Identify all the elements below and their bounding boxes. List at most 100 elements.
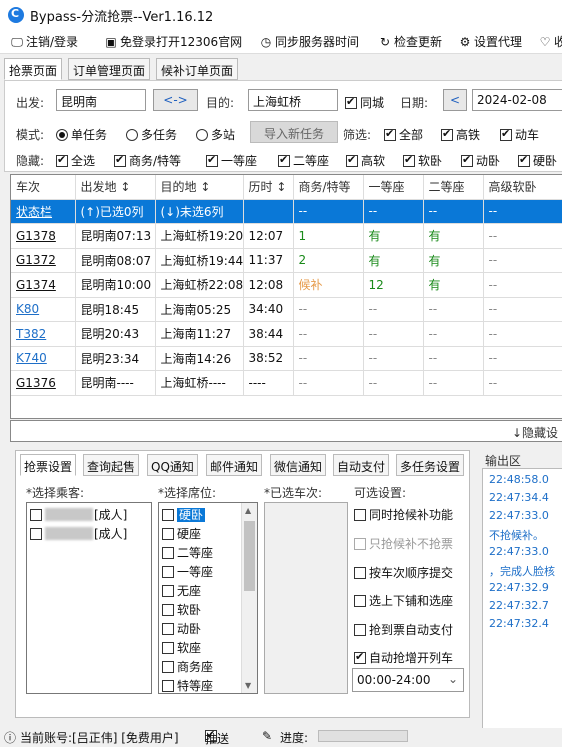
info-icon: ⓘ (4, 731, 17, 745)
scroll-up-icon[interactable]: ▲ (245, 506, 251, 515)
log-line: 22:48:58.0 (489, 473, 549, 486)
table-row[interactable]: K80 昆明18:45 上海南05:25 34:40 -- -- -- -- (11, 297, 562, 322)
hide-all-checkbox[interactable]: 全选 (56, 152, 95, 169)
scroll-thumb[interactable] (244, 521, 255, 591)
cell-departure: 昆明南10:00 (75, 272, 156, 298)
col-premium-sleeper[interactable]: 高级软卧 (483, 175, 562, 200)
output-log[interactable]: 22:48:58.0 22:47:34.4 22:47:33.0 不抢候补。 2… (482, 468, 562, 730)
cell-business: -- (293, 370, 364, 396)
option-waitlist-too[interactable]: 同时抢候补功能 (354, 506, 453, 523)
filter-emu-checkbox[interactable]: 动车 (500, 126, 539, 143)
menu-login[interactable]: 🖵 注销/登录 (10, 33, 78, 50)
gear-icon: ⚙ (459, 35, 471, 49)
cell-departure: (↑)已选0列 (75, 199, 156, 224)
menu-check-update[interactable]: ↻ 检查更新 (378, 33, 442, 50)
tab-order-management[interactable]: 订单管理页面 (68, 58, 151, 80)
progress-bar (318, 730, 408, 742)
same-city-checkbox[interactable]: 同城 (345, 94, 384, 111)
window-icon: ▣ (105, 35, 117, 49)
cell-train[interactable]: 状态栏 (11, 199, 76, 224)
cell-departure: 昆明南08:07 (75, 248, 156, 273)
cell-train[interactable]: G1374 (11, 272, 76, 298)
cell-departure: 昆明18:45 (75, 297, 156, 322)
mode-single-radio[interactable]: 单任务 (56, 126, 107, 143)
col-arrival[interactable]: 目的地 ↕ (155, 175, 244, 200)
cell-train[interactable]: T382 (11, 321, 76, 347)
filter-all-checkbox[interactable]: 全部 (384, 126, 423, 143)
cell-premium: -- (483, 223, 562, 249)
time-range-select[interactable]: 00:00-24:00 ⌄ (352, 668, 464, 692)
cell-train[interactable]: K80 (11, 297, 76, 322)
tab-grab-settings[interactable]: 抢票设置 (20, 454, 77, 476)
option-berth-seat[interactable]: 选上下铺和选座 (354, 592, 453, 609)
seat-list[interactable]: 硬卧 硬座 二等座 一等座 无座 软卧 动卧 软座 商务座 特等座 ▲ ▼ (158, 502, 258, 694)
cell-train[interactable]: K740 (11, 346, 76, 371)
col-train-no[interactable]: 车次 (11, 175, 76, 200)
cell-train[interactable]: G1372 (11, 248, 76, 273)
cell-duration: 12:08 (243, 272, 294, 298)
tab-email-notify[interactable]: 邮件通知 (206, 454, 263, 476)
hide-second-class-checkbox[interactable]: 二等座 (278, 152, 329, 169)
filter-highspeed-checkbox[interactable]: 高铁 (441, 126, 480, 143)
option-submit-order[interactable]: 按车次顺序提交 (354, 564, 453, 581)
table-row[interactable]: G1372 昆明南08:07 上海虹桥19:44 11:37 2 有 有 -- (11, 248, 562, 273)
table-row[interactable]: K740 昆明23:34 上海南14:26 38:52 -- -- -- -- (11, 346, 562, 371)
menu-open-site[interactable]: ▣ 免登录打开12306官网 (104, 33, 242, 50)
hide-settings-bar[interactable]: ↓隐藏设 (10, 420, 562, 442)
menu-proxy[interactable]: ⚙ 设置代理 (458, 33, 522, 50)
col-business[interactable]: 商务/特等 (293, 175, 364, 200)
date-input[interactable]: 2024-02-08 (472, 89, 562, 111)
cell-train[interactable]: G1378 (11, 223, 76, 249)
from-label: 出发: (16, 96, 45, 110)
table-row-status[interactable]: 状态栏 (↑)已选0列 (↓)未选6列 -- -- -- -- (11, 199, 562, 224)
table-row[interactable]: G1376 昆明南---- 上海虹桥---- ---- -- -- -- -- (11, 370, 562, 396)
tab-qq-notify[interactable]: QQ通知 (147, 454, 198, 476)
selected-trains-list[interactable] (264, 502, 348, 694)
passenger-item[interactable]: [成人] (27, 506, 151, 525)
tab-waitlist-orders[interactable]: 候补订单页面 (156, 58, 239, 80)
seat-label: *选择席位: (158, 486, 217, 500)
import-task-button[interactable]: 导入新任务 (250, 121, 338, 143)
hide-emu-sleeper-checkbox[interactable]: 动卧 (461, 152, 500, 169)
seat-list-scrollbar[interactable]: ▲ ▼ (241, 503, 257, 693)
passenger-item[interactable]: [成人] (27, 525, 151, 544)
table-row[interactable]: G1378 昆明南07:13 上海虹桥19:20 12:07 1 有 有 -- (11, 223, 562, 249)
tab-wechat-notify[interactable]: 微信通知 (270, 454, 327, 476)
swap-stations-button[interactable]: <-> (153, 89, 198, 111)
hide-hard-sleeper-checkbox[interactable]: 硬卧 (518, 152, 557, 169)
mode-multi-radio[interactable]: 多任务 (126, 126, 177, 143)
passenger-list[interactable]: [成人] [成人] (26, 502, 152, 694)
cell-first: -- (363, 346, 424, 371)
col-second-class[interactable]: 二等座 (423, 175, 484, 200)
status-bar: ⓘ 当前账号:[吕正伟] [免费用户] 推送 ✎ 进度: (0, 728, 562, 746)
tab-multi-task[interactable]: 多任务设置 (396, 454, 465, 476)
col-first-class[interactable]: 一等座 (363, 175, 424, 200)
cell-train[interactable]: G1376 (11, 370, 76, 396)
tab-auto-pay[interactable]: 自动支付 (333, 454, 390, 476)
scroll-down-icon[interactable]: ▼ (245, 681, 251, 690)
cell-first: 有 (363, 248, 424, 273)
menu-sync-time[interactable]: ◷ 同步服务器时间 (259, 33, 359, 50)
heart-icon: ♡ (539, 35, 551, 49)
table-row[interactable]: T382 昆明20:43 上海南11:27 38:44 -- -- -- -- (11, 321, 562, 347)
hide-first-class-checkbox[interactable]: 一等座 (206, 152, 257, 169)
hide-business-checkbox[interactable]: 商务/特等 (114, 152, 181, 169)
date-prev-button[interactable]: < (443, 89, 467, 111)
cell-business: -- (293, 199, 364, 224)
option-auto-pay[interactable]: 抢到票自动支付 (354, 621, 453, 638)
option-waitlist-only[interactable]: 只抢候补不抢票 (354, 535, 453, 552)
log-line: ，完成人脸核 (489, 565, 555, 578)
tab-grab-tickets[interactable]: 抢票页面 (4, 58, 63, 80)
option-extra-trains[interactable]: 自动抢增开列车 (354, 649, 453, 666)
col-duration[interactable]: 历时 ↕ (243, 175, 294, 200)
from-station-input[interactable]: 昆明南 (56, 89, 146, 111)
hide-settings-link[interactable]: ↓隐藏设 (512, 424, 558, 441)
mode-multi-station-radio[interactable]: 多站 (196, 126, 235, 143)
to-station-input[interactable]: 上海虹桥 (248, 89, 338, 111)
menu-favorite[interactable]: ♡ 收 (538, 33, 562, 50)
table-row[interactable]: G1374 昆明南10:00 上海虹桥22:08 12:08 候补 12 有 -… (11, 272, 562, 298)
tab-query-sale[interactable]: 查询起售 (83, 454, 140, 476)
hide-premium-soft-checkbox[interactable]: 高软 (346, 152, 385, 169)
col-departure[interactable]: 出发地 ↕ (75, 175, 156, 200)
hide-soft-sleeper-checkbox[interactable]: 软卧 (403, 152, 442, 169)
